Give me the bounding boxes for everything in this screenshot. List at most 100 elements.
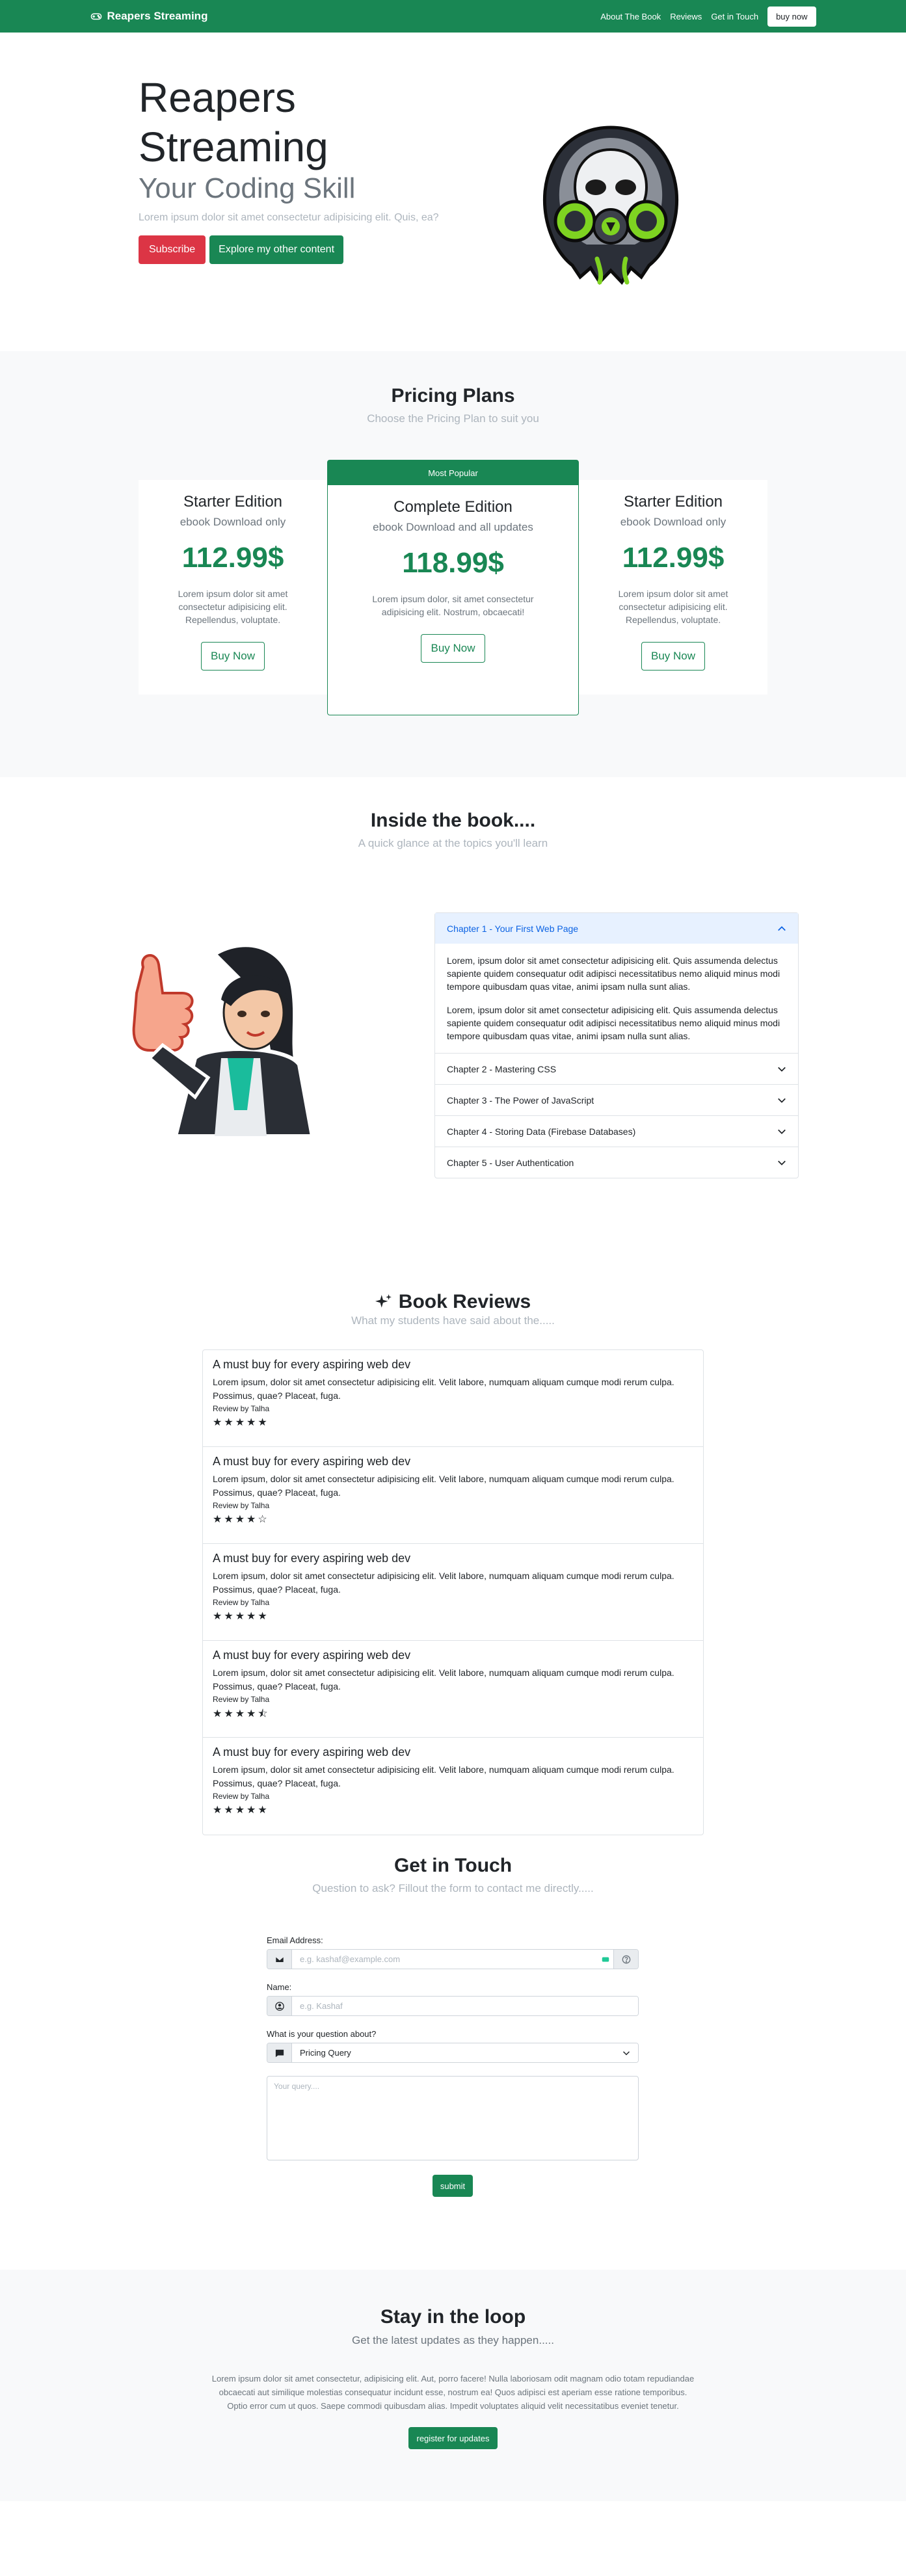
accordion-item-chapter-1: Chapter 1 - Your First Web Page Lorem, i… <box>435 913 798 1054</box>
hero-subtitle: Your Coding Skill <box>139 172 356 204</box>
newsletter-text: Lorem ipsum dolor sit amet consectetur, … <box>211 2374 695 2411</box>
pricing-card-starter-right: Starter Edition ebook Download only 112.… <box>579 480 767 695</box>
plan-price: 118.99$ <box>402 547 504 579</box>
review-author: Review by Talha <box>213 1501 270 1510</box>
reviews-section: Book Reviews What my students have said … <box>0 1265 906 1835</box>
select-value: Pricing Query <box>300 2048 351 2058</box>
nav-reviews-link[interactable]: Reviews <box>670 12 702 21</box>
review-text: Lorem ipsum, dolor sit amet consectetur … <box>213 1764 674 1788</box>
accordion-item-chapter-5: Chapter 5 - User Authentication <box>435 1147 798 1178</box>
accordion-header-chapter-4[interactable]: Chapter 4 - Storing Data (Firebase Datab… <box>435 1116 798 1147</box>
name-label: Name: <box>267 1982 292 1992</box>
hero-lead: Lorem ipsum dolor sit amet consectetur a… <box>139 212 439 223</box>
review-title: A must buy for every aspiring web dev <box>213 1455 411 1468</box>
accordion-body-chapter-1: Lorem, ipsum dolor sit amet consectetur … <box>435 944 798 1053</box>
name-field[interactable]: e.g. Kashaf <box>292 1997 638 2015</box>
brand-name: Reapers Streaming <box>107 10 208 22</box>
review-title: A must buy for every aspiring web dev <box>213 1649 411 1662</box>
review-author: Review by Talha <box>213 1695 270 1704</box>
question-topic-label: What is your question about? <box>267 2029 377 2039</box>
subscribe-button[interactable]: Subscribe <box>139 235 206 264</box>
hero-section: Reapers Streaming Your Coding Skill Lore… <box>0 33 906 351</box>
accordion-header-chapter-1[interactable]: Chapter 1 - Your First Web Page <box>435 913 798 944</box>
plan-desc: ebook Download only <box>180 516 286 528</box>
gamepad-icon <box>90 13 101 20</box>
review-item: A must buy for every aspiring web dev Lo… <box>203 1641 703 1738</box>
buy-now-complete-button[interactable]: Buy Now <box>421 634 485 663</box>
book-title: Inside the book.... <box>370 810 536 831</box>
pricing-section: Pricing Plans Choose the Pricing Plan to… <box>0 351 906 777</box>
question-topic-select[interactable]: Pricing Query <box>292 2043 638 2062</box>
thumbs-up-character-image <box>132 943 315 1138</box>
nav-contact-link[interactable]: Get in Touch <box>711 12 758 21</box>
plan-text: Lorem ipsum dolor sit amet consectetur a… <box>178 589 288 625</box>
newsletter-subtitle: Get the latest updates as they happen...… <box>352 2334 554 2346</box>
buy-now-button[interactable]: buy now <box>767 6 816 27</box>
nav-about-link[interactable]: About The Book <box>600 12 661 21</box>
star-rating: ★★★★★ <box>213 1417 269 1428</box>
explore-button[interactable]: Explore my other content <box>209 235 344 264</box>
brand[interactable]: Reapers Streaming <box>90 10 208 23</box>
pricing-subtitle: Choose the Pricing Plan to suit you <box>367 412 539 425</box>
star-rating: ★★★★⯪ <box>213 1708 270 1720</box>
accordion-header-chapter-5[interactable]: Chapter 5 - User Authentication <box>435 1147 798 1178</box>
chevron-down-icon <box>778 1129 786 1134</box>
review-author: Review by Talha <box>213 1598 270 1607</box>
hero-title: Reapers Streaming <box>139 73 457 172</box>
chapter-title: Chapter 2 - Mastering CSS <box>447 1063 557 1074</box>
question-circle-icon[interactable] <box>613 1950 638 1969</box>
reviews-title: Book Reviews <box>0 1265 906 1313</box>
review-title: A must buy for every aspiring web dev <box>213 1552 411 1565</box>
chapters-accordion: Chapter 1 - Your First Web Page Lorem, i… <box>434 912 799 1178</box>
reaper-mask-logo <box>542 126 679 285</box>
password-manager-icon[interactable] <box>598 1950 613 1969</box>
review-title: A must buy for every aspiring web dev <box>213 1746 411 1759</box>
star-rating: ★★★★★ <box>213 1611 269 1622</box>
plan-name: Complete Edition <box>393 498 513 516</box>
pricing-title: Pricing Plans <box>391 385 515 406</box>
book-subtitle: A quick glance at the topics you'll lear… <box>358 837 548 849</box>
plan-desc: ebook Download only <box>620 516 726 528</box>
chevron-up-icon <box>778 925 786 931</box>
buy-now-starter-button[interactable]: Buy Now <box>200 642 265 671</box>
submit-button[interactable]: submit <box>432 2175 473 2197</box>
accordion-item-chapter-4: Chapter 4 - Storing Data (Firebase Datab… <box>435 1116 798 1147</box>
plan-text: Lorem ipsum dolor, sit amet consectetur … <box>372 594 534 617</box>
navbar: Reapers Streaming About The Book Reviews… <box>0 0 906 33</box>
review-item: A must buy for every aspiring web dev Lo… <box>203 1447 703 1544</box>
buy-now-starter-button-2[interactable]: Buy Now <box>641 642 706 671</box>
review-item: A must buy for every aspiring web dev Lo… <box>203 1350 703 1447</box>
star-rating: ★★★★☆ <box>213 1514 269 1525</box>
pricing-card-starter-left: Starter Edition ebook Download only 112.… <box>139 480 327 695</box>
contact-title: Get in Touch <box>393 1855 513 1876</box>
plan-name: Starter Edition <box>183 493 283 511</box>
chevron-down-icon <box>778 1160 786 1165</box>
plan-price: 112.99$ <box>181 542 284 574</box>
contact-section: Get in Touch Question to ask? Fillout th… <box>0 1814 906 2270</box>
hero-title-line-2: Streaming <box>139 124 328 170</box>
review-text: Lorem ipsum, dolor sit amet consectetur … <box>213 1377 674 1401</box>
chapter-title: Chapter 5 - User Authentication <box>447 1157 574 1168</box>
register-updates-button[interactable]: register for updates <box>408 2427 498 2449</box>
chevron-down-icon <box>778 1067 786 1072</box>
review-item: A must buy for every aspiring web dev Lo… <box>203 1544 703 1641</box>
chapter-body-paragraph: Lorem, ipsum dolor sit amet consectetur … <box>447 1005 780 1041</box>
plan-text: Lorem ipsum dolor sit amet consectetur a… <box>618 589 728 625</box>
chapter-title: Chapter 3 - The Power of JavaScript <box>447 1095 594 1106</box>
chevron-down-icon <box>622 2051 630 2055</box>
accordion-header-chapter-2[interactable]: Chapter 2 - Mastering CSS <box>435 1054 798 1084</box>
chapter-title: Chapter 4 - Storing Data (Firebase Datab… <box>447 1126 636 1137</box>
newsletter-section: Stay in the loop Get the latest updates … <box>0 2270 906 2501</box>
email-label: Email Address: <box>267 1935 323 1945</box>
pricing-card-complete: Most Popular Complete Edition ebook Down… <box>327 460 579 715</box>
query-textarea[interactable]: Your query.... <box>267 2076 639 2160</box>
reviews-list: A must buy for every aspiring web dev Lo… <box>202 1349 704 1835</box>
most-popular-badge: Most Popular <box>328 460 578 485</box>
review-text: Lorem ipsum, dolor sit amet consectetur … <box>213 1474 674 1498</box>
review-title: A must buy for every aspiring web dev <box>213 1358 411 1371</box>
plan-name: Starter Edition <box>623 493 723 511</box>
review-author: Review by Talha <box>213 1404 270 1413</box>
accordion-header-chapter-3[interactable]: Chapter 3 - The Power of JavaScript <box>435 1085 798 1115</box>
reviews-title-text: Book Reviews <box>398 1291 531 1312</box>
email-field[interactable]: e.g. kashaf@example.com <box>292 1950 598 1969</box>
